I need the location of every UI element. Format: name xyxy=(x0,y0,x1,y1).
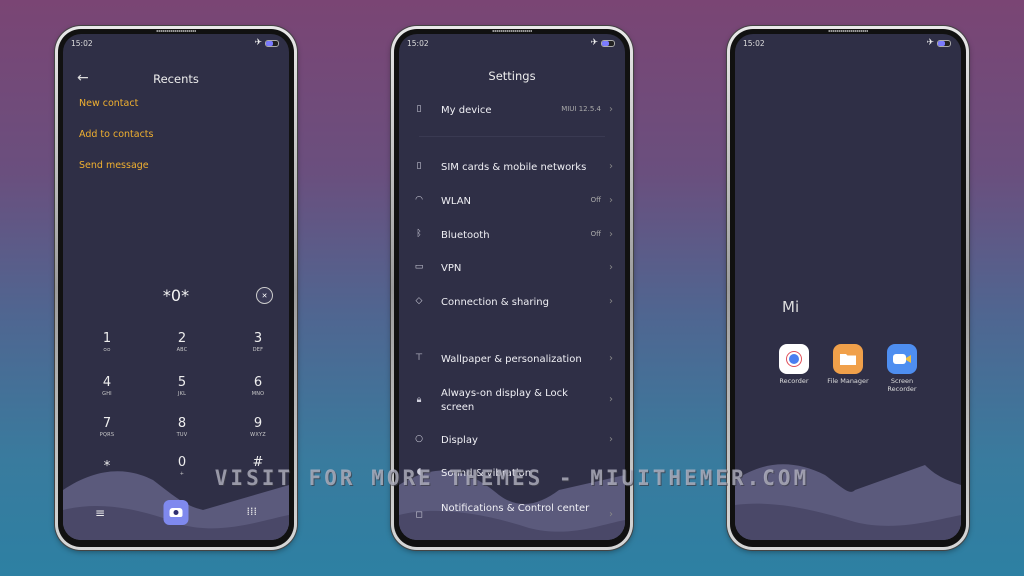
chevron-right-icon: › xyxy=(609,229,613,240)
phone-settings-mockup: 15:02 ✈ Settings ▯ My device MIUI 12.5.4… xyxy=(391,26,633,550)
key-7[interactable]: 7 PQRS xyxy=(77,417,137,439)
airplane-icon: ✈ xyxy=(254,38,262,48)
chevron-right-icon: › xyxy=(609,509,613,520)
chevron-right-icon: › xyxy=(609,296,613,307)
settings-item-notifications[interactable]: ◻ Notifications & Control center › xyxy=(399,502,625,532)
settings-item-display[interactable]: ○ Display › xyxy=(399,434,625,454)
video-camera-icon xyxy=(887,344,917,374)
status-time: 15:02 xyxy=(71,39,93,48)
home-screen: 15:02 ✈ Mi Recorder File Manager Screen … xyxy=(735,34,961,540)
speaker-grille xyxy=(828,30,868,32)
chevron-right-icon: › xyxy=(609,104,613,115)
backspace-icon[interactable]: ✕ xyxy=(256,287,273,304)
battery-icon xyxy=(937,40,951,47)
menu-icon[interactable]: ≡ xyxy=(95,506,105,520)
notifications-icon: ◻ xyxy=(415,510,423,520)
phone-icon xyxy=(169,508,183,517)
settings-item-connection-sharing[interactable]: ◇ Connection & sharing › xyxy=(399,296,625,316)
key-5[interactable]: 5 JKL xyxy=(152,376,212,398)
vpn-icon: ▭ xyxy=(414,262,424,272)
key-0[interactable]: 0 + xyxy=(152,456,212,478)
dialer-header: ← Recents xyxy=(63,70,289,90)
key-star[interactable]: * xyxy=(77,460,137,474)
display-icon: ○ xyxy=(415,434,423,444)
speaker-grille xyxy=(492,30,532,32)
settings-item-sim-cards[interactable]: ▯ SIM cards & mobile networks › xyxy=(399,161,625,181)
wifi-icon: ◠ xyxy=(415,195,423,205)
key-6[interactable]: 6 MNO xyxy=(228,376,288,398)
divider xyxy=(419,136,605,137)
folder-title: Mi xyxy=(782,298,800,316)
key-9[interactable]: 9 WXYZ xyxy=(228,417,288,439)
sound-icon: ◖ xyxy=(416,467,422,477)
voicemail-icon: ᴑᴑ xyxy=(103,347,111,353)
chevron-right-icon: › xyxy=(609,394,613,405)
chevron-right-icon: › xyxy=(609,195,613,206)
bluetooth-icon: ᛒ xyxy=(416,229,422,239)
chevron-right-icon: › xyxy=(609,434,613,445)
phone-home-mockup: 15:02 ✈ Mi Recorder File Manager Screen … xyxy=(727,26,969,550)
key-hash[interactable]: # xyxy=(228,456,288,470)
key-2[interactable]: 2 ABC xyxy=(152,332,212,354)
key-4[interactable]: 4 GHI xyxy=(77,376,137,398)
key-1[interactable]: 1 ᴑᴑ xyxy=(77,332,137,354)
settings-item-my-device[interactable]: ▯ My device MIUI 12.5.4 › xyxy=(399,104,625,124)
send-message-link[interactable]: Send message xyxy=(79,160,149,171)
page-title: Recents xyxy=(153,72,199,86)
key-3[interactable]: 3 DEF xyxy=(228,332,288,354)
key-8[interactable]: 8 TUV xyxy=(152,417,212,439)
chevron-right-icon: › xyxy=(609,353,613,364)
page-title: Settings xyxy=(488,69,536,83)
airplane-icon: ✈ xyxy=(590,38,598,48)
battery-icon xyxy=(601,40,615,47)
status-bar: 15:02 ✈ xyxy=(407,39,615,51)
call-button[interactable] xyxy=(163,500,189,525)
airplane-icon: ✈ xyxy=(926,38,934,48)
app-recorder[interactable]: Recorder xyxy=(769,344,819,385)
settings-item-always-on-display[interactable]: 🔒︎ Always-on display & Lock screen › xyxy=(399,387,625,417)
app-screen-recorder[interactable]: Screen Recorder xyxy=(877,344,927,393)
lock-icon: 🔒︎ xyxy=(416,395,422,405)
folder-icon xyxy=(833,344,863,374)
wallpaper-icon: ⊤ xyxy=(415,353,423,363)
app-file-manager[interactable]: File Manager xyxy=(823,344,873,385)
battery-icon xyxy=(265,40,279,47)
settings-item-bluetooth[interactable]: ᛒ Bluetooth Off › xyxy=(399,229,625,249)
speaker-grille xyxy=(156,30,196,32)
new-contact-link[interactable]: New contact xyxy=(79,98,138,109)
recorder-icon xyxy=(779,344,809,374)
chevron-right-icon: › xyxy=(609,262,613,273)
settings-item-wlan[interactable]: ◠ WLAN Off › xyxy=(399,195,625,215)
settings-item-vpn[interactable]: ▭ VPN › xyxy=(399,262,625,282)
dialer-screen: 15:02 ✈ ← Recents New contact Add to con… xyxy=(63,34,289,540)
status-time: 15:02 xyxy=(743,39,765,48)
dunes-wallpaper xyxy=(735,464,961,540)
phone-dialer-mockup: 15:02 ✈ ← Recents New contact Add to con… xyxy=(55,26,297,550)
status-bar: 15:02 ✈ xyxy=(71,39,279,51)
connection-icon: ◇ xyxy=(415,296,423,306)
chevron-right-icon: › xyxy=(609,161,613,172)
settings-item-sound[interactable]: ◖ Sound & vibration xyxy=(399,467,625,487)
add-to-contacts-link[interactable]: Add to contacts xyxy=(79,129,153,140)
dialer-bottom-bar: ≡ ⁞⁞⁞ xyxy=(63,500,289,526)
settings-screen: 15:02 ✈ Settings ▯ My device MIUI 12.5.4… xyxy=(399,34,625,540)
status-time: 15:02 xyxy=(407,39,429,48)
settings-item-wallpaper[interactable]: ⊤ Wallpaper & personalization › xyxy=(399,353,625,373)
dialpad-icon[interactable]: ⁞⁞⁞ xyxy=(247,505,258,518)
device-icon: ▯ xyxy=(416,104,422,114)
sim-icon: ▯ xyxy=(416,161,422,171)
status-bar: 15:02 ✈ xyxy=(743,39,951,51)
